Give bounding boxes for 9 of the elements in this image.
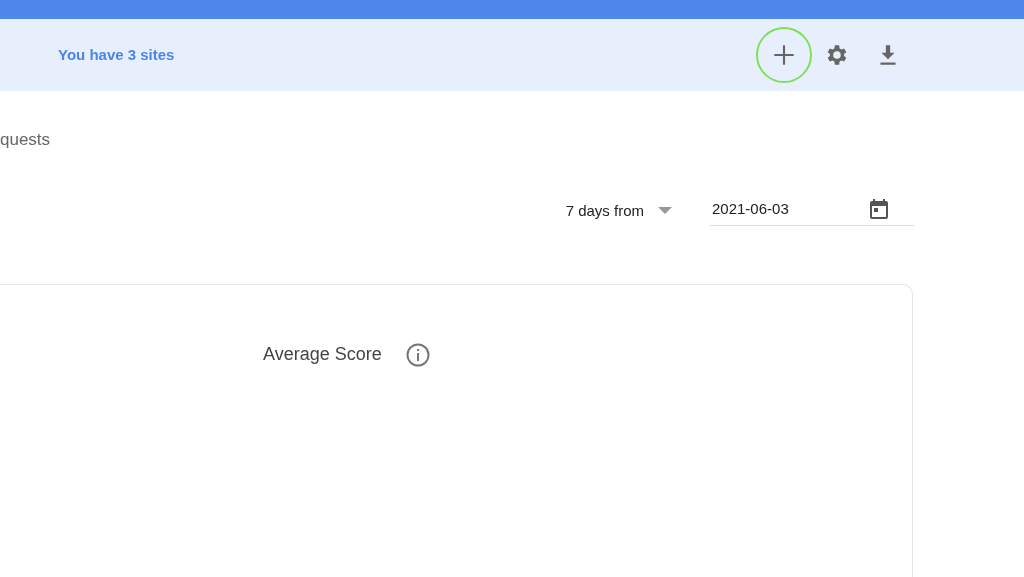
- calendar-icon: [870, 198, 888, 219]
- add-button[interactable]: [756, 27, 812, 83]
- info-icon[interactable]: [405, 342, 430, 367]
- add-icon: [771, 42, 797, 68]
- card-title: Average Score: [263, 343, 382, 366]
- date-field[interactable]: 2021-06-03: [710, 196, 870, 221]
- page-title: quests: [0, 129, 52, 151]
- caret-icon: [658, 207, 672, 216]
- range-dropdown[interactable]: 7 days from: [565, 200, 672, 223]
